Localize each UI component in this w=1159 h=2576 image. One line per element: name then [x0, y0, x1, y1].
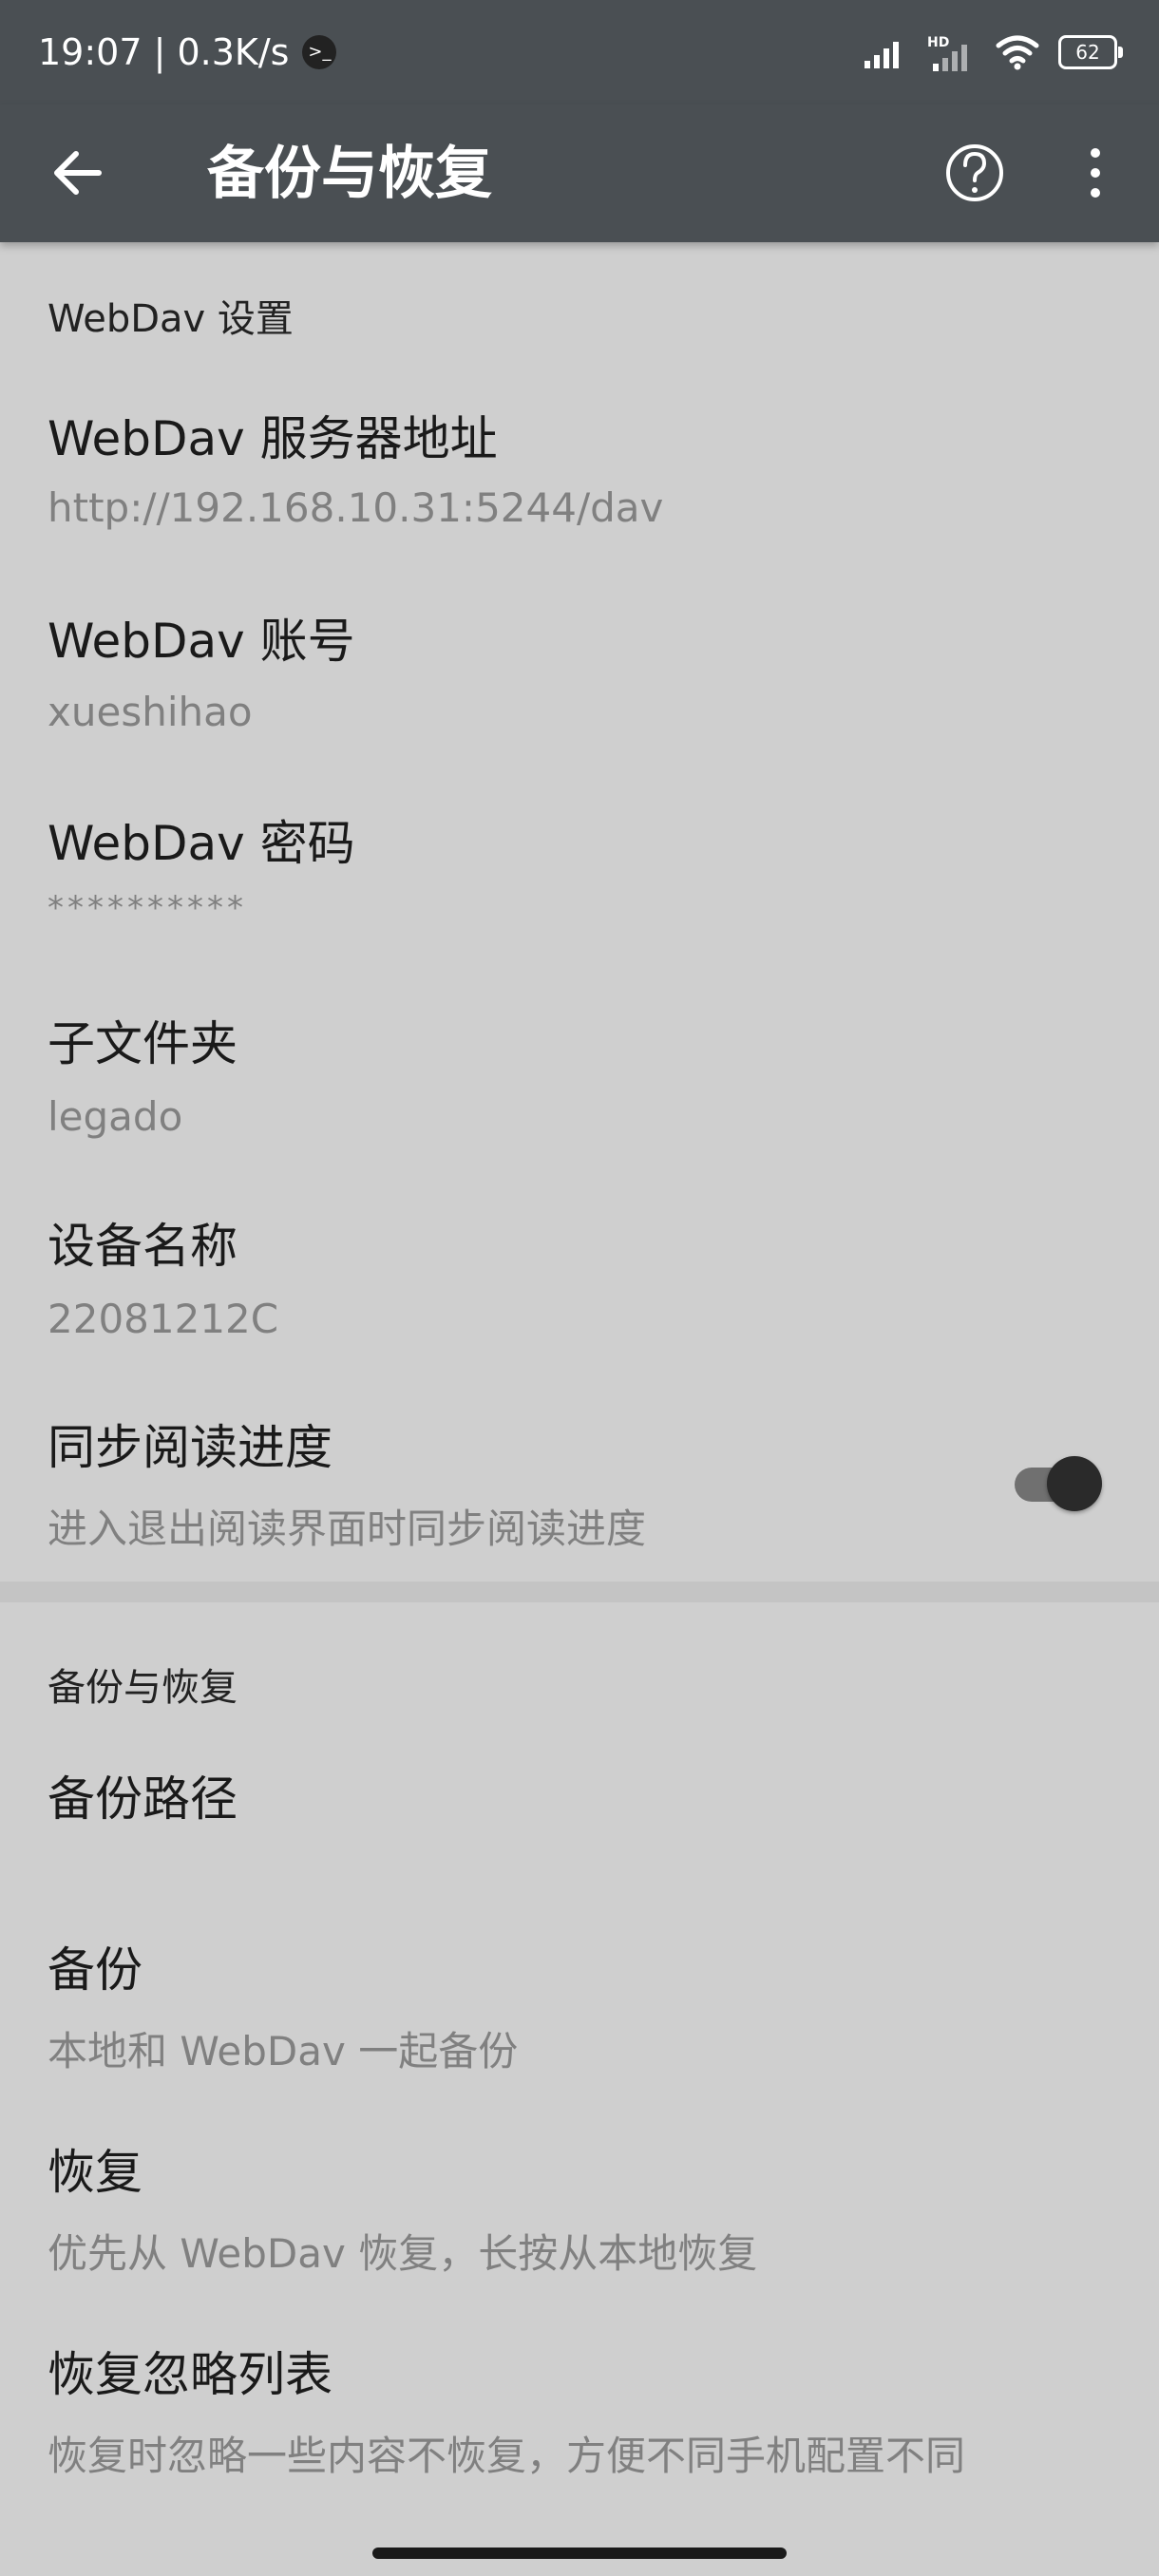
webdav-account-value: xueshihao	[48, 689, 253, 735]
webdav-password-pref[interactable]: WebDav 密码 **********	[0, 798, 1159, 978]
switch-thumb	[1047, 1456, 1102, 1511]
subfolder-value: legado	[48, 1093, 183, 1140]
terminal-icon: >_	[302, 35, 337, 69]
backup-path-title: 备份路径	[48, 1771, 238, 1827]
device-name-pref[interactable]: 设备名称 22081212C	[0, 1204, 1159, 1394]
restore-ignore-title: 恢复忽略列表	[48, 2347, 332, 2402]
backup-path-pref[interactable]: 备份路径	[0, 1757, 1159, 1881]
help-circle-icon	[946, 144, 1003, 201]
subfolder-pref[interactable]: 子文件夹 legado	[0, 1002, 1159, 1192]
sync-progress-summary: 进入退出阅读界面时同步阅读进度	[48, 1506, 647, 1552]
subfolder-title: 子文件夹	[48, 1016, 238, 1071]
wifi-icon	[996, 35, 1039, 70]
restore-title: 恢复	[48, 2145, 142, 2200]
backup-pref[interactable]: 备份 本地和 WebDav 一起备份	[0, 1928, 1159, 2118]
device-name-title: 设备名称	[48, 1219, 238, 1274]
restore-pref[interactable]: 恢复 优先从 WebDav 恢复，长按从本地恢复	[0, 2131, 1159, 2320]
webdav-account-pref[interactable]: WebDav 账号 xueshihao	[0, 594, 1159, 784]
more-options-button[interactable]	[1072, 133, 1119, 213]
webdav-account-title: WebDav 账号	[48, 614, 355, 669]
webdav-section-header: WebDav 设置	[48, 297, 294, 341]
webdav-server-pref[interactable]: WebDav 服务器地址 http://192.168.10.31:5244/d…	[0, 389, 1159, 579]
battery-icon: 62	[1058, 35, 1123, 69]
status-left: 19:07 | 0.3K/s >_	[38, 28, 337, 76]
section-divider	[0, 1582, 1159, 1602]
webdav-password-title: WebDav 密码	[48, 816, 355, 871]
backup-title: 备份	[48, 1942, 142, 1998]
webdav-server-title: WebDav 服务器地址	[48, 411, 498, 466]
backup-summary: 本地和 WebDav 一起备份	[48, 2028, 519, 2074]
status-right: HD 62	[863, 30, 1123, 74]
sync-progress-switch[interactable]	[1011, 1450, 1106, 1511]
restore-ignore-pref[interactable]: 恢复忽略列表 恢复时忽略一些内容不恢复，方便不同手机配置不同	[0, 2333, 1159, 2523]
webdav-password-value: **********	[48, 889, 247, 927]
app-bar: 备份与恢复	[0, 104, 1159, 242]
signal-icon	[864, 42, 899, 68]
hd-label: HD	[927, 35, 949, 50]
page-title: 备份与恢复	[207, 141, 492, 207]
back-button[interactable]	[42, 135, 118, 211]
home-indicator[interactable]	[372, 2548, 787, 2559]
status-bar: 19:07 | 0.3K/s >_ HD 62	[0, 0, 1159, 104]
sync-progress-pref[interactable]: 同步阅读进度 进入退出阅读界面时同步阅读进度	[0, 1406, 1159, 1577]
signal-hd-icon: HD	[927, 35, 967, 71]
help-button[interactable]	[940, 133, 1009, 213]
webdav-server-value: http://192.168.10.31:5244/dav	[48, 484, 664, 531]
restore-ignore-summary: 恢复时忽略一些内容不恢复，方便不同手机配置不同	[48, 2433, 966, 2479]
sync-progress-title: 同步阅读进度	[48, 1420, 332, 1475]
device-name-value: 22081212C	[48, 1296, 279, 1342]
more-vert-icon	[1091, 148, 1100, 198]
backup-section-header: 备份与恢复	[48, 1666, 238, 1710]
status-time-speed: 19:07 | 0.3K/s	[38, 31, 290, 73]
arrow-back-icon	[54, 151, 102, 195]
restore-summary: 优先从 WebDav 恢复，长按从本地恢复	[48, 2230, 758, 2277]
